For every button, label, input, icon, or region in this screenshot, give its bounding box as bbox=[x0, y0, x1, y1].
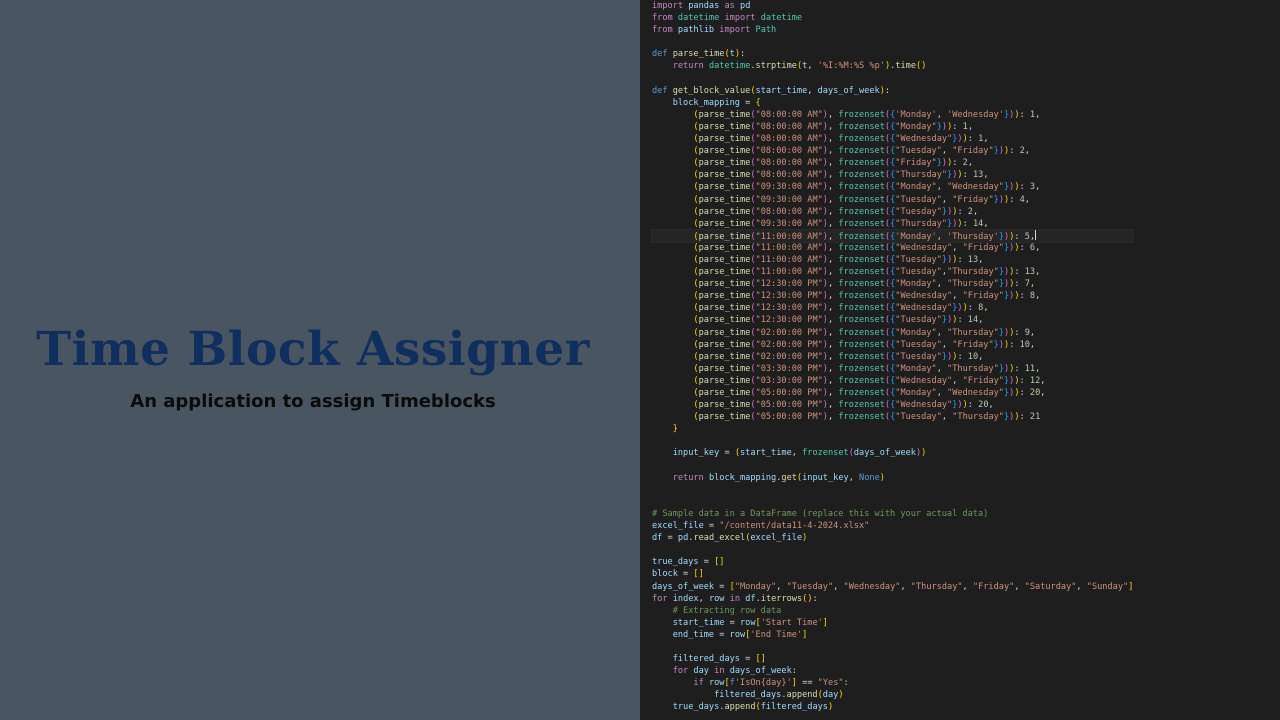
code-line[interactable]: for day in days_of_week: bbox=[652, 665, 1133, 677]
code-line[interactable]: (parse_time("05:00:00 PM"), frozenset({"… bbox=[652, 399, 1133, 411]
code-line[interactable]: (parse_time("08:00:00 AM"), frozenset({'… bbox=[652, 109, 1133, 121]
code-line[interactable]: (parse_time("08:00:00 AM"), frozenset({"… bbox=[652, 121, 1133, 133]
code-line[interactable]: (parse_time("09:30:00 AM"), frozenset({"… bbox=[652, 194, 1133, 206]
code-line[interactable]: (parse_time("08:00:00 AM"), frozenset({"… bbox=[652, 169, 1133, 181]
code-line[interactable]: (parse_time("08:00:00 AM"), frozenset({"… bbox=[652, 157, 1133, 169]
code-line[interactable]: block = [] bbox=[652, 568, 1133, 580]
code-line[interactable]: (parse_time("08:00:00 AM"), frozenset({"… bbox=[652, 206, 1133, 218]
code-content[interactable]: import pandas as pd from datetime import … bbox=[650, 0, 1135, 714]
code-line[interactable]: block_mapping = { bbox=[652, 97, 1133, 109]
code-editor[interactable]: import pandas as pd from datetime import … bbox=[640, 0, 1280, 720]
code-line[interactable]: } bbox=[652, 423, 1133, 435]
code-line[interactable]: (parse_time("02:00:00 PM"), frozenset({"… bbox=[652, 351, 1133, 363]
code-line[interactable]: # Sample data in a DataFrame (replace th… bbox=[652, 508, 1133, 520]
code-line[interactable]: def parse_time(t): bbox=[652, 48, 1133, 60]
code-line[interactable]: # Extracting row data bbox=[652, 605, 1133, 617]
slide-subtitle: An application to assign Timeblocks bbox=[130, 391, 496, 412]
code-line[interactable]: df = pd.read_excel(excel_file) bbox=[652, 532, 1133, 544]
code-line[interactable]: filtered_days = [] bbox=[652, 653, 1133, 665]
title-slide: Time Block Assigner An application to as… bbox=[0, 0, 640, 720]
code-line[interactable]: from pathlib import Path bbox=[652, 24, 1133, 36]
code-line[interactable]: (parse_time("09:30:00 AM"), frozenset({"… bbox=[652, 218, 1133, 230]
code-line[interactable]: start_time = row['Start Time'] bbox=[652, 617, 1133, 629]
code-line[interactable]: (parse_time("08:00:00 AM"), frozenset({"… bbox=[652, 145, 1133, 157]
code-line[interactable] bbox=[652, 73, 1133, 85]
code-line[interactable] bbox=[652, 544, 1133, 556]
code-line[interactable]: excel_file = "/content/data11-4-2024.xls… bbox=[652, 520, 1133, 532]
text-cursor bbox=[1035, 229, 1037, 240]
code-line[interactable]: (parse_time("03:30:00 PM"), frozenset({"… bbox=[652, 363, 1133, 375]
code-line[interactable]: (parse_time("12:30:00 PM"), frozenset({"… bbox=[652, 290, 1133, 302]
code-line[interactable] bbox=[652, 460, 1133, 472]
code-line[interactable]: (parse_time("11:00:00 AM"), frozenset({"… bbox=[652, 254, 1133, 266]
code-line[interactable]: def get_block_value(start_time, days_of_… bbox=[652, 85, 1133, 97]
code-line[interactable]: input_key = (start_time, frozenset(days_… bbox=[652, 447, 1133, 459]
code-line[interactable]: return datetime.strptime(t, '%I:%M:%S %p… bbox=[652, 60, 1133, 72]
code-line[interactable]: for index, row in df.iterrows(): bbox=[652, 593, 1133, 605]
code-line[interactable]: (parse_time("08:00:00 AM"), frozenset({"… bbox=[652, 133, 1133, 145]
code-line[interactable]: (parse_time("02:00:00 PM"), frozenset({"… bbox=[652, 339, 1133, 351]
code-line[interactable] bbox=[652, 36, 1133, 48]
code-line[interactable]: (parse_time("05:00:00 PM"), frozenset({"… bbox=[652, 411, 1133, 423]
code-line[interactable]: (parse_time("11:00:00 AM"), frozenset({"… bbox=[652, 242, 1133, 254]
code-line[interactable]: return block_mapping.get(input_key, None… bbox=[652, 472, 1133, 484]
code-line[interactable]: true_days = [] bbox=[652, 556, 1133, 568]
code-line[interactable]: true_days.append(filtered_days) bbox=[652, 701, 1133, 713]
code-line[interactable]: end_time = row['End Time'] bbox=[652, 629, 1133, 641]
slide-title: Time Block Assigner bbox=[36, 322, 590, 377]
code-line[interactable]: from datetime import datetime bbox=[652, 12, 1133, 24]
code-line[interactable]: import pandas as pd bbox=[652, 0, 1133, 12]
code-line[interactable]: (parse_time("12:30:00 PM"), frozenset({"… bbox=[652, 314, 1133, 326]
code-line[interactable]: (parse_time("11:00:00 AM"), frozenset({"… bbox=[652, 266, 1133, 278]
code-line[interactable]: (parse_time("05:00:00 PM"), frozenset({"… bbox=[652, 387, 1133, 399]
code-line[interactable]: filtered_days.append(day) bbox=[652, 689, 1133, 701]
code-line[interactable]: (parse_time("03:30:00 PM"), frozenset({"… bbox=[652, 375, 1133, 387]
code-line[interactable]: if row[f'IsOn{day}'] == "Yes": bbox=[652, 677, 1133, 689]
code-line[interactable]: (parse_time("02:00:00 PM"), frozenset({"… bbox=[652, 327, 1133, 339]
code-line[interactable] bbox=[652, 496, 1133, 508]
code-line[interactable] bbox=[652, 484, 1133, 496]
code-line[interactable]: (parse_time("09:30:00 AM"), frozenset({"… bbox=[652, 181, 1133, 193]
code-line[interactable]: (parse_time("11:00:00 AM"), frozenset({'… bbox=[650, 228, 1135, 243]
code-line[interactable] bbox=[652, 641, 1133, 653]
code-line[interactable]: (parse_time("12:30:00 PM"), frozenset({"… bbox=[652, 302, 1133, 314]
code-line[interactable] bbox=[652, 435, 1133, 447]
code-line[interactable]: days_of_week = ["Monday", "Tuesday", "We… bbox=[652, 581, 1133, 593]
code-line[interactable]: (parse_time("12:30:00 PM"), frozenset({"… bbox=[652, 278, 1133, 290]
